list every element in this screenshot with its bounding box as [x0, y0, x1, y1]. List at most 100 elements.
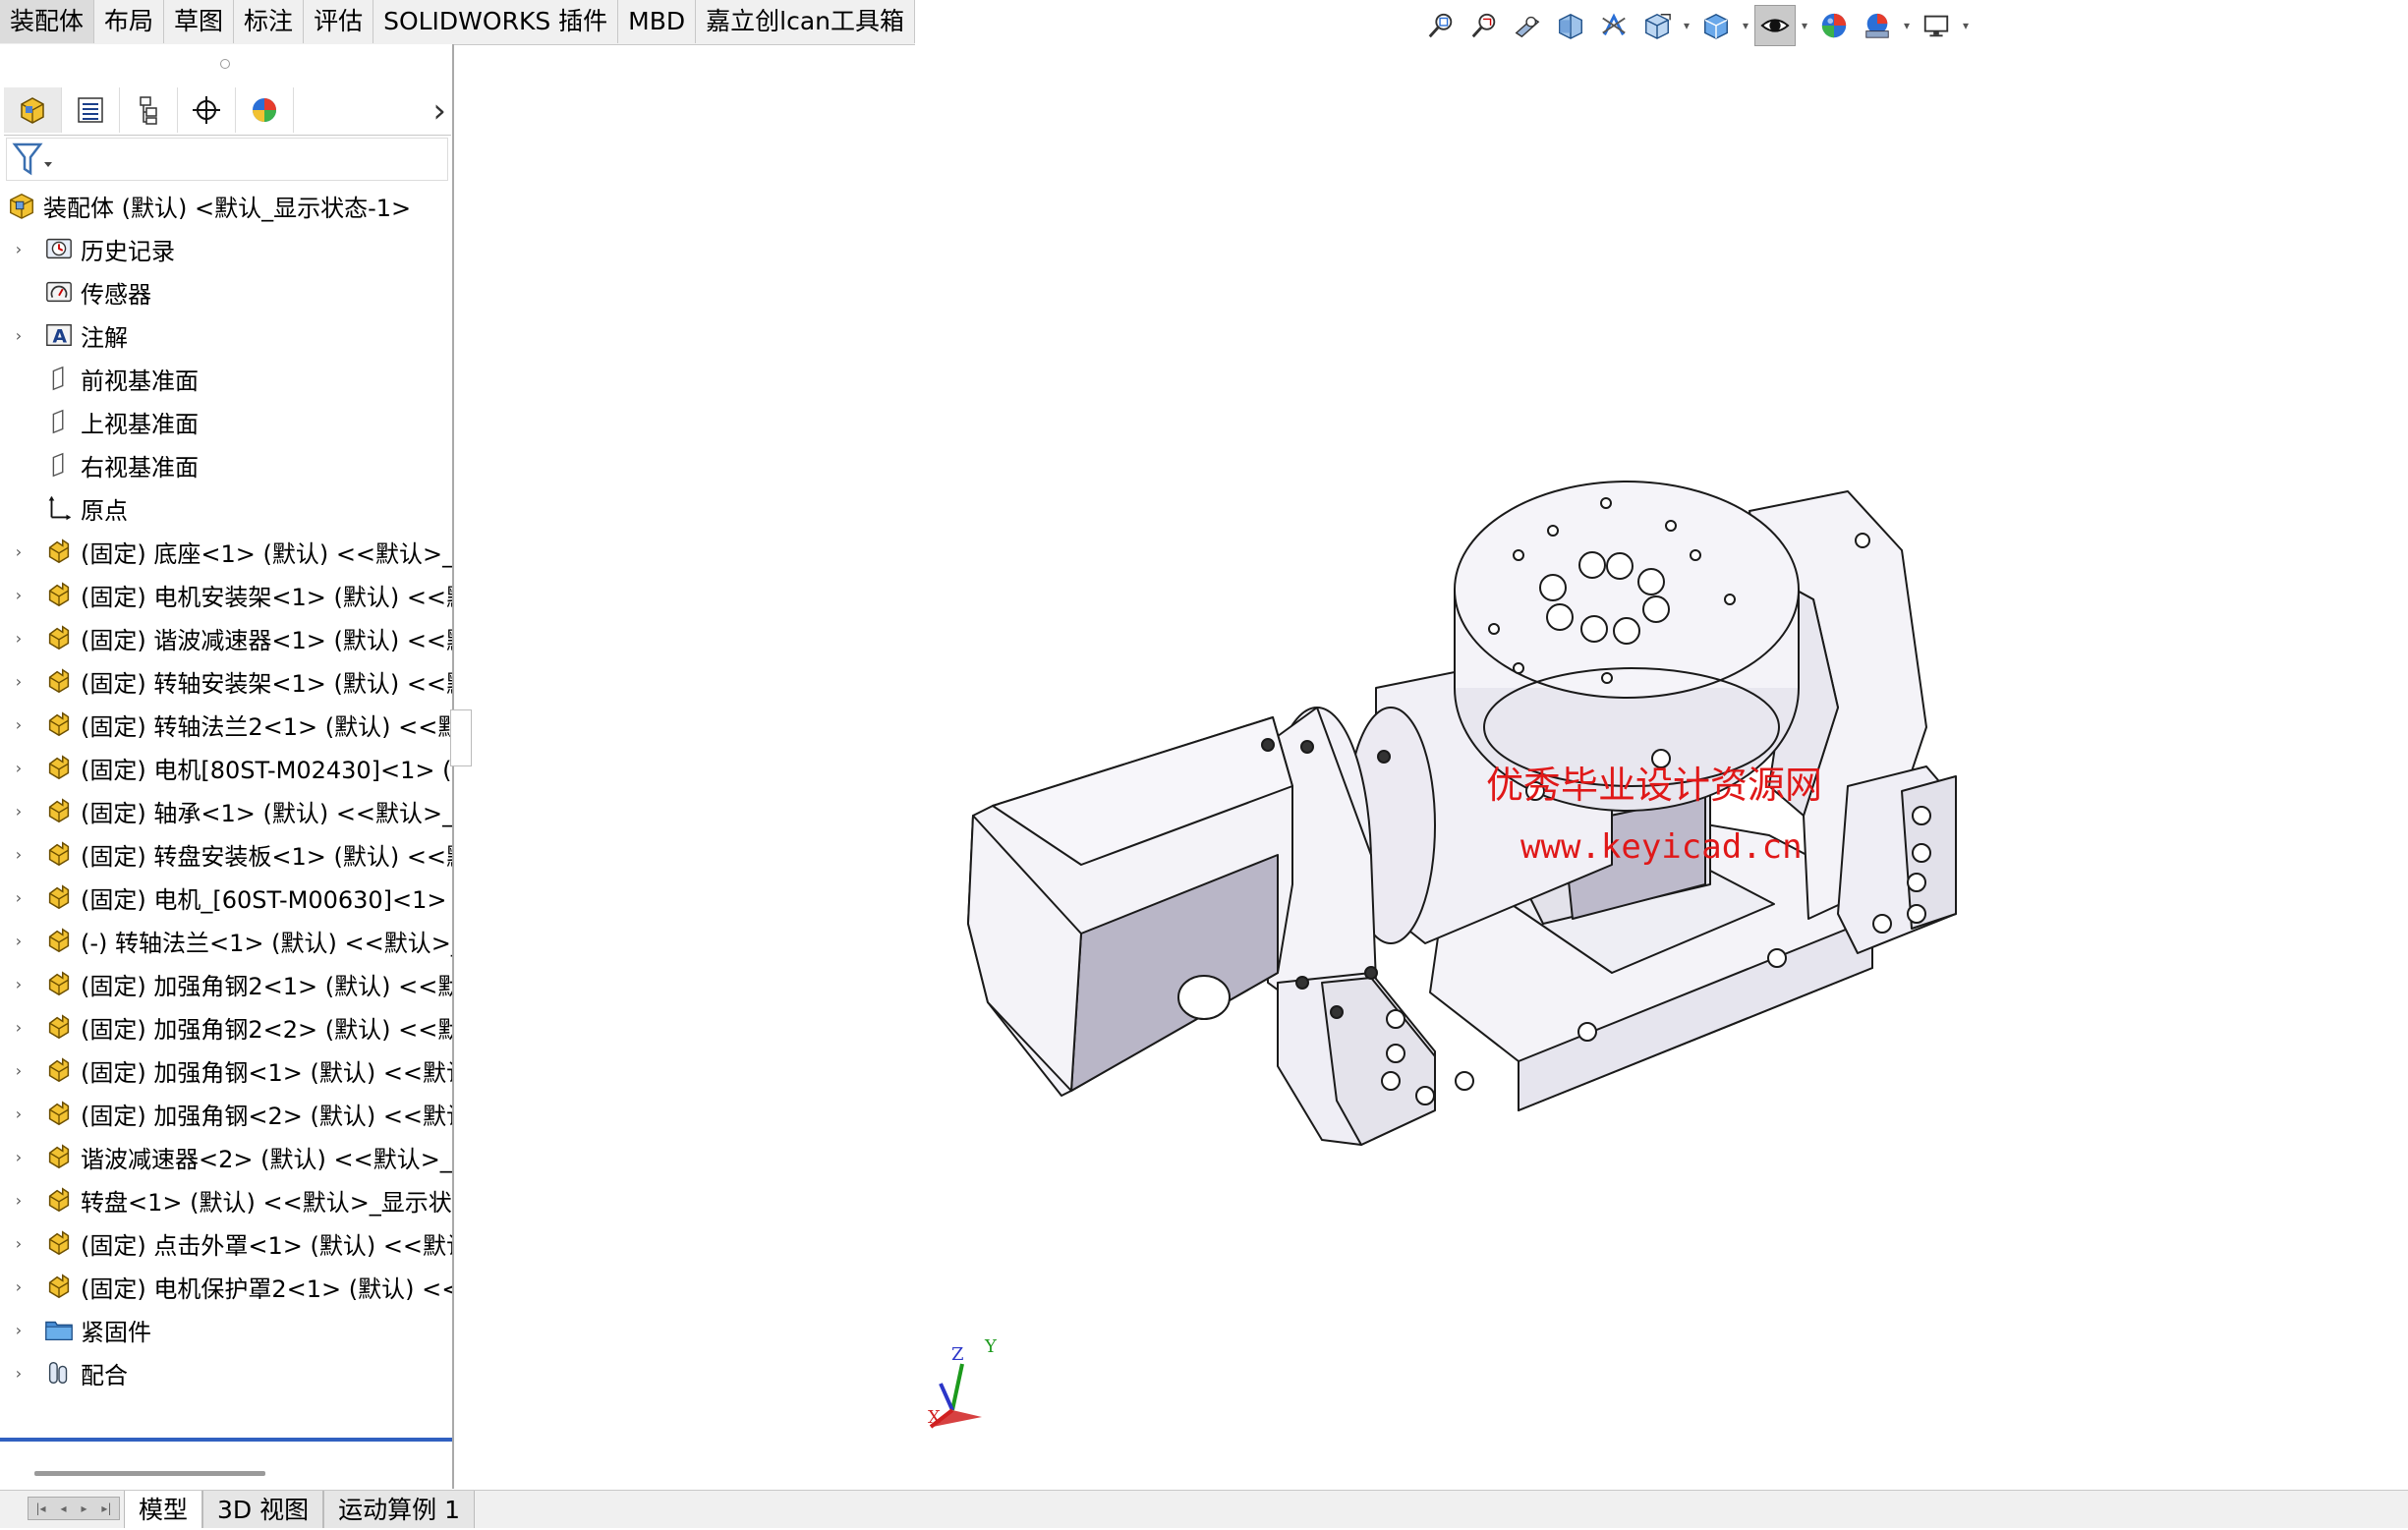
tree-item[interactable]: › (固定) 电机保护罩2<1> (默认) <<	[0, 1265, 452, 1308]
expand-arrow-icon[interactable]: ›	[0, 1277, 37, 1296]
display-manager-tab[interactable]	[236, 87, 294, 133]
command-tab-5[interactable]: SOLIDWORKS 插件	[373, 0, 619, 43]
part-icon	[37, 793, 81, 828]
chevron-down-icon[interactable]: ▾	[1959, 19, 1973, 32]
graphics-area[interactable]: 优秀毕业设计资源网 www.keyicad.cn Z Y X	[456, 49, 2408, 1490]
command-tab-3[interactable]: 标注	[234, 0, 305, 43]
expand-arrow-icon[interactable]: ›	[0, 1105, 37, 1123]
section-view-button[interactable]	[1550, 5, 1591, 46]
expand-arrow-icon[interactable]: ›	[0, 759, 37, 777]
tree-item[interactable]: › (固定) 电机安装架<1> (默认) <<默	[0, 573, 452, 616]
expand-arrow-icon[interactable]: ›	[0, 975, 37, 993]
apply-scene-icon	[1865, 13, 1889, 38]
expand-arrow-icon[interactable]: ›	[0, 672, 37, 691]
dynamic-annotation-button[interactable]	[1593, 5, 1634, 46]
part-icon	[37, 707, 81, 742]
tree-root-assembly[interactable]: 装配体 (默认) <默认_显示状态-1>	[0, 184, 452, 227]
bottom-tab-0[interactable]: 模型	[124, 1491, 203, 1528]
expand-arrow-icon[interactable]: ›	[0, 240, 37, 258]
expand-arrow-icon[interactable]: ›	[0, 542, 37, 561]
panel-grip-handle[interactable]	[220, 59, 230, 69]
tree-item[interactable]: 原点	[0, 486, 452, 530]
tree-item[interactable]: 前视基准面	[0, 357, 452, 400]
tree-item[interactable]: › (固定) 电机_[60ST-M00630]<1> (	[0, 876, 452, 919]
display-style-button[interactable]	[1695, 5, 1737, 46]
command-tab-6[interactable]: MBD	[618, 0, 697, 43]
tree-item[interactable]: › (固定) 谐波减速器<1> (默认) <<默	[0, 616, 452, 659]
hide-show-items-button[interactable]	[1754, 5, 1796, 46]
tree-item-label: 紧固件	[81, 1318, 151, 1346]
chevron-down-icon[interactable]: ▾	[1900, 19, 1914, 32]
edit-appearance-button[interactable]	[1813, 5, 1855, 46]
tree-item-label: (固定) 加强角钢2<2> (默认) <<默	[81, 1015, 452, 1044]
expand-arrow-icon[interactable]: ›	[0, 1321, 37, 1339]
dimxpert-manager-tab[interactable]	[178, 87, 236, 133]
bottom-tab-2[interactable]: 运动算例 1	[323, 1491, 475, 1528]
tree-item[interactable]: › (固定) 加强角钢<1> (默认) <<默认	[0, 1048, 452, 1092]
view-orientation-button[interactable]	[1636, 5, 1678, 46]
tree-item[interactable]: › (固定) 转轴安装架<1> (默认) <<默	[0, 659, 452, 703]
plane-icon	[37, 447, 81, 482]
feature-filter[interactable]	[6, 138, 448, 181]
tree-item[interactable]: › 谐波减速器<2> (默认) <<默认>_显	[0, 1135, 452, 1178]
zoom-to-fit-button[interactable]	[1420, 5, 1462, 46]
tree-item[interactable]: › (-) 转轴法兰<1> (默认) <<默认>_	[0, 919, 452, 962]
annotation-icon: A	[37, 317, 81, 353]
tree-item[interactable]: › (固定) 电机[80ST-M02430]<1> (默	[0, 746, 452, 789]
feature-manager-tab[interactable]	[4, 87, 62, 133]
tree-item[interactable]: › 转盘<1> (默认) <<默认>_显示状态	[0, 1178, 452, 1221]
tree-item[interactable]: › (固定) 转轴法兰2<1> (默认) <<默	[0, 703, 452, 746]
tree-item[interactable]: › (固定) 点击外罩<1> (默认) <<默认	[0, 1221, 452, 1265]
expand-arrow-icon[interactable]: ›	[0, 1364, 37, 1383]
rollback-bar[interactable]	[0, 1438, 452, 1442]
chevron-down-icon[interactable]: ▾	[1739, 19, 1752, 32]
expand-arrow-icon[interactable]: ›	[0, 629, 37, 648]
expand-arrow-icon[interactable]: ›	[0, 1018, 37, 1037]
expand-arrow-icon[interactable]: ›	[0, 845, 37, 864]
tree-item[interactable]: › A 注解	[0, 313, 452, 357]
expand-arrow-icon[interactable]: ›	[0, 1234, 37, 1253]
expand-arrow-icon[interactable]: ›	[0, 326, 37, 345]
expand-arrow-icon[interactable]: ›	[0, 1061, 37, 1080]
expand-arrow-icon[interactable]: ›	[0, 802, 37, 821]
expand-arrow-icon[interactable]: ›	[0, 715, 37, 734]
tree-item[interactable]: › (固定) 加强角钢2<2> (默认) <<默	[0, 1005, 452, 1048]
tree-item[interactable]: › (固定) 加强角钢2<1> (默认) <<默	[0, 962, 452, 1005]
zoom-to-area-button[interactable]	[1463, 5, 1505, 46]
panel-horizontal-scrollbar[interactable]	[34, 1471, 265, 1476]
view-settings-button[interactable]	[1916, 5, 1957, 46]
property-manager-tab[interactable]	[62, 87, 120, 133]
command-tab-0[interactable]: 装配体	[0, 0, 95, 43]
plane-icon	[37, 361, 81, 396]
tree-item[interactable]: 传感器	[0, 270, 452, 313]
expand-arrow-icon[interactable]: ›	[0, 932, 37, 950]
expand-arrow-icon[interactable]: ›	[0, 1191, 37, 1210]
chevron-down-icon[interactable]: ▾	[1680, 19, 1693, 32]
tree-item[interactable]: › (固定) 转盘安装板<1> (默认) <<默	[0, 832, 452, 876]
bottom-tab-1[interactable]: 3D 视图	[202, 1491, 324, 1528]
tree-item[interactable]: › 历史记录	[0, 227, 452, 270]
panel-expand-arrow-icon[interactable]: ›	[432, 91, 446, 131]
tree-item[interactable]: 上视基准面	[0, 400, 452, 443]
command-tab-1[interactable]: 布局	[94, 0, 165, 43]
command-tab-2[interactable]: 草图	[164, 0, 235, 43]
configuration-manager-icon	[140, 96, 157, 125]
expand-arrow-icon[interactable]: ›	[0, 888, 37, 907]
filter-icon[interactable]	[9, 141, 58, 180]
command-tab-4[interactable]: 评估	[304, 0, 374, 43]
command-tab-7[interactable]: 嘉立创lcan工具箱	[696, 0, 915, 43]
tree-item[interactable]: › (固定) 加强角钢<2> (默认) <<默认	[0, 1092, 452, 1135]
tree-item[interactable]: › 紧固件	[0, 1308, 452, 1351]
tree-item[interactable]: › (固定) 轴承<1> (默认) <<默认>_显	[0, 789, 452, 832]
tree-item[interactable]: › (固定) 底座<1> (默认) <<默认>_显	[0, 530, 452, 573]
previous-view-button[interactable]	[1507, 5, 1548, 46]
chevron-down-icon[interactable]: ▾	[1798, 19, 1811, 32]
tree-item[interactable]: 右视基准面	[0, 443, 452, 486]
apply-scene-button[interactable]	[1857, 5, 1898, 46]
expand-arrow-icon[interactable]: ›	[0, 1148, 37, 1166]
tree-item-label: (固定) 轴承<1> (默认) <<默认>_显	[81, 799, 452, 827]
tree-item[interactable]: › 配合	[0, 1351, 452, 1394]
tab-scroll-arrows[interactable]: |◂ ◂ ▸ ▸|	[28, 1497, 120, 1520]
configuration-manager-tab[interactable]	[120, 87, 178, 133]
expand-arrow-icon[interactable]: ›	[0, 586, 37, 604]
